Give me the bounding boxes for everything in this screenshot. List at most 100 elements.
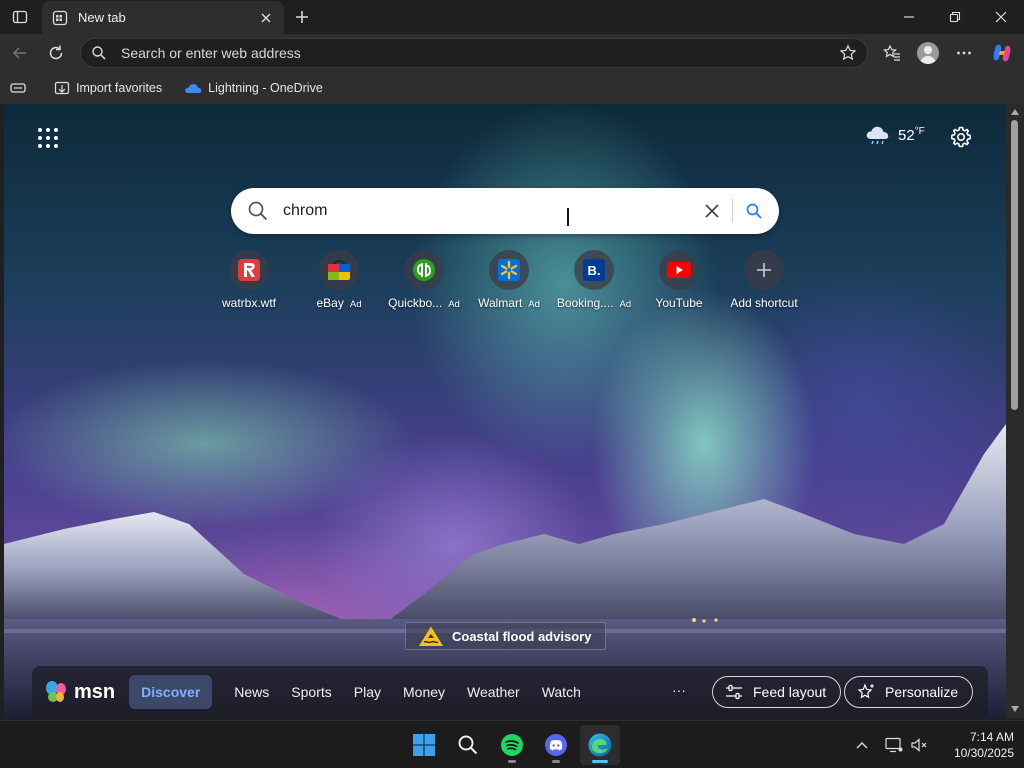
ad-badge: Ad [619, 299, 632, 310]
scroll-down-icon[interactable] [1010, 704, 1020, 714]
start-button[interactable] [404, 725, 444, 765]
scroll-thumb[interactable] [1011, 120, 1018, 410]
tab-strip: New tab [0, 0, 1024, 34]
search-icon [248, 201, 268, 221]
tab-actions-button[interactable] [8, 6, 32, 28]
favorites-list-icon [883, 44, 900, 61]
network-tray-button[interactable] [884, 735, 904, 755]
shortcut-walmart[interactable]: Walmart Ad [466, 250, 552, 310]
favorite-star-icon[interactable] [839, 44, 857, 62]
new-tab-button[interactable] [290, 5, 314, 29]
refresh-button[interactable] [42, 39, 70, 67]
shortcut-label: YouTube [655, 296, 703, 310]
shortcut-quickbooks[interactable]: Quickbo... Ad [381, 250, 467, 310]
weather-widget[interactable]: 52 °F [864, 124, 925, 146]
running-indicator [508, 760, 516, 763]
refresh-icon [49, 45, 63, 60]
web-search-input[interactable] [283, 202, 704, 220]
profile-button[interactable] [914, 39, 942, 67]
search-icon [458, 735, 478, 755]
tab-sports[interactable]: Sports [291, 684, 331, 700]
weather-temperature: 52 [898, 126, 915, 144]
settings-and-more-button[interactable] [950, 39, 978, 67]
add-shortcut-button[interactable]: Add shortcut [721, 250, 807, 310]
personalize-button[interactable]: Personalize [844, 676, 974, 708]
shortcut-ebay[interactable]: eBay Ad [296, 250, 382, 310]
search-divider [732, 199, 733, 223]
apps-launcher-button[interactable] [36, 126, 60, 150]
youtube-icon [659, 250, 699, 290]
weather-unit: °F [914, 126, 925, 137]
back-button[interactable] [6, 39, 34, 67]
copilot-button[interactable] [988, 39, 1016, 67]
clear-search-icon[interactable] [704, 203, 720, 219]
browser-toolbar [0, 34, 1024, 72]
onedrive-favorite-label: Lightning - OneDrive [208, 81, 323, 95]
more-tabs-button[interactable]: ··· [672, 682, 686, 698]
restore-button[interactable] [932, 0, 978, 34]
personalize-label: Personalize [885, 684, 959, 700]
favorites-bar-menu[interactable] [10, 81, 32, 95]
shortcut-booking[interactable]: B. Booking.... Ad [551, 250, 637, 310]
chevron-up-icon [856, 742, 868, 749]
sparkle-star-icon [857, 683, 874, 699]
close-icon [995, 11, 1007, 23]
web-search-box[interactable] [231, 188, 779, 234]
tab-discover[interactable]: Discover [129, 675, 213, 709]
windows-taskbar: 7:14 AM 10/30/2025 [0, 720, 1024, 768]
page-scrollbar[interactable] [1006, 104, 1024, 718]
roblox-icon [229, 250, 269, 290]
windows-logo-icon [413, 734, 435, 756]
msn-logo-text: msn [74, 680, 116, 703]
shortcut-youtube[interactable]: YouTube [636, 250, 722, 310]
shortcut-label: Booking.... [556, 296, 614, 310]
onedrive-icon [185, 84, 202, 93]
taskbar-clock[interactable]: 7:14 AM 10/30/2025 [934, 729, 1014, 761]
discord-icon [545, 734, 567, 756]
close-window-button[interactable] [978, 0, 1024, 34]
msn-feed-bar: msn Discover News Sports Play Money Weat… [32, 666, 988, 718]
minimize-button[interactable] [886, 0, 932, 34]
ad-badge: Ad [528, 299, 540, 310]
search-submit-icon[interactable] [745, 202, 763, 220]
plus-icon [744, 250, 784, 290]
quickbooks-icon [404, 250, 444, 290]
favorites-button[interactable] [878, 39, 906, 67]
spotify-taskbar-app[interactable] [492, 725, 532, 765]
avatar [917, 42, 939, 64]
clock-date: 10/30/2025 [953, 746, 1014, 760]
active-indicator [592, 760, 608, 763]
scroll-up-icon[interactable] [1010, 107, 1020, 117]
sliders-icon [726, 684, 742, 700]
ad-badge: Ad [448, 299, 460, 310]
gear-icon [950, 126, 972, 148]
tab-weather[interactable]: Weather [467, 684, 520, 700]
feed-layout-label: Feed layout [753, 684, 827, 700]
close-tab-icon[interactable] [258, 10, 274, 26]
volume-tray-button[interactable] [910, 735, 930, 755]
spotify-icon [501, 734, 523, 756]
shortcut-label: eBay [316, 296, 344, 310]
active-tab[interactable]: New tab [42, 1, 284, 34]
tab-news[interactable]: News [234, 684, 269, 700]
discord-taskbar-app[interactable] [536, 725, 576, 765]
copilot-icon [993, 44, 1011, 62]
tab-money[interactable]: Money [403, 684, 445, 700]
tab-play[interactable]: Play [354, 684, 381, 700]
flood-advisory-alert[interactable]: Coastal flood advisory [405, 622, 607, 650]
show-hidden-icons-button[interactable] [852, 735, 872, 755]
address-input[interactable] [121, 45, 839, 61]
feed-layout-button[interactable]: Feed layout [712, 676, 842, 708]
onedrive-favorite-link[interactable]: Lightning - OneDrive [184, 81, 323, 95]
tab-watch[interactable]: Watch [542, 684, 581, 700]
page-settings-button[interactable] [948, 124, 974, 150]
ad-badge: Ad [349, 299, 362, 310]
quick-links: watrbx.wtf eBay Ad Quickbo... Ad Walmart Ad [218, 250, 818, 312]
msn-logo[interactable]: msn [44, 680, 115, 704]
import-favorites-link[interactable]: Import favorites [54, 80, 162, 96]
taskbar-search-button[interactable] [448, 725, 488, 765]
address-bar[interactable] [80, 38, 868, 68]
shortcut-watrbx[interactable]: watrbx.wtf [206, 250, 292, 310]
edge-taskbar-app[interactable] [580, 725, 620, 765]
shortcut-label: watrbx.wtf [221, 296, 276, 310]
